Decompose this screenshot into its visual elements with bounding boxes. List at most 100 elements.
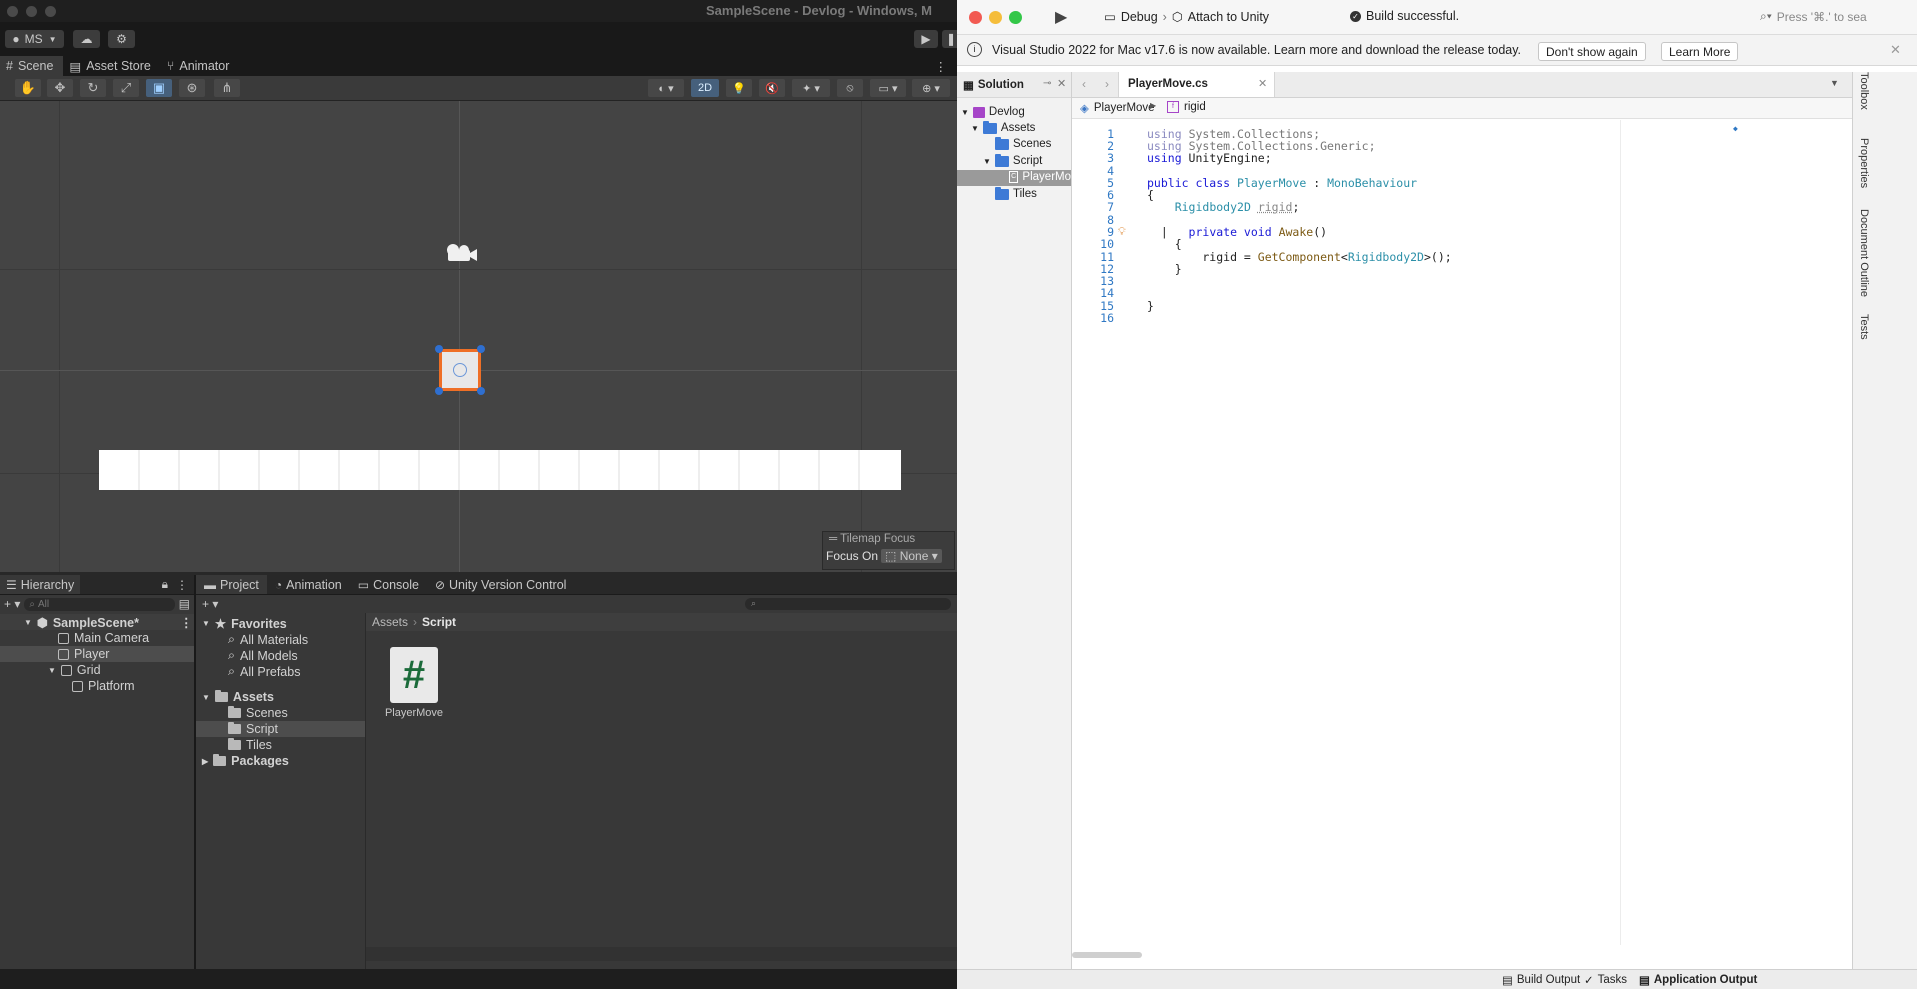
zoom-window-button[interactable] — [45, 6, 56, 17]
collab-settings-icon[interactable]: ⚙ — [108, 30, 135, 48]
transform-tool-icon[interactable]: ⊛ — [179, 79, 205, 97]
2d-toggle[interactable]: 2D — [691, 79, 719, 97]
resize-handle[interactable] — [435, 387, 443, 395]
solution-node-tiles[interactable]: Tiles — [995, 186, 1037, 200]
tab-animator[interactable]: ⑂ Animator — [161, 56, 240, 76]
resize-handle[interactable] — [477, 387, 485, 395]
expand-arrow-icon[interactable]: ▶ — [202, 757, 208, 766]
breadcrumb-class[interactable]: ◈ PlayerMove — [1080, 101, 1155, 115]
play-button[interactable]: ▶ — [914, 30, 938, 48]
tab-asset-store[interactable]: ▤ Asset Store — [63, 56, 160, 76]
rect-tool-icon[interactable]: ▣ — [146, 79, 172, 97]
favorite-all-prefabs[interactable]: ⌕ All Prefabs — [228, 664, 300, 679]
minimize-window-button[interactable] — [26, 6, 37, 17]
expand-arrow-icon[interactable]: ▼ — [202, 619, 210, 628]
solution-node-script[interactable]: ▼ Script — [983, 153, 1042, 167]
drag-handle-icon[interactable]: ═ — [829, 533, 837, 545]
custom-tool-icon[interactable]: ⋔ — [214, 79, 240, 97]
document-outline-pad[interactable]: Document Outline — [1858, 209, 1870, 297]
tab-animation[interactable]: ◔ Animation — [267, 578, 350, 592]
favorite-all-materials[interactable]: ⌕ All Materials — [228, 632, 308, 647]
draw-mode-dropdown[interactable]: ◐ ▾ — [648, 79, 684, 97]
expand-arrow-icon[interactable]: ▼ — [48, 666, 56, 675]
filter-icon[interactable]: ▤ — [179, 597, 190, 611]
more-options-icon[interactable]: ⋮ — [176, 578, 188, 592]
camera-gizmo-icon[interactable] — [444, 242, 478, 264]
gizmos-dropdown-icon[interactable]: ⊕ ▾ — [912, 79, 950, 97]
expand-arrow-icon[interactable]: ▼ — [202, 693, 210, 702]
breadcrumb-member[interactable]: f rigid — [1167, 101, 1206, 113]
tab-version-control[interactable]: ⊘ Unity Version Control — [427, 578, 574, 592]
scene-view[interactable]: ═ Tilemap Focus Focus On ⬚ None ▾ — [0, 101, 957, 572]
more-options-icon[interactable]: ⋮ — [929, 56, 958, 76]
folder-tiles[interactable]: Tiles — [228, 738, 272, 752]
close-icon[interactable]: ✕ — [1057, 77, 1066, 90]
tests-pad[interactable]: Tests — [1858, 314, 1870, 340]
hierarchy-search-input[interactable]: ⌕ All — [24, 597, 175, 611]
audio-toggle-icon[interactable]: 🔇 — [759, 79, 785, 97]
lock-icon[interactable]: 🔒︎ — [162, 577, 168, 592]
code-area[interactable]: 1 2 3 4 5 6 7 8 9 10 11 12 13 14 15 16 💡… — [1072, 120, 1852, 960]
rotate-tool-icon[interactable]: ↻ — [80, 79, 106, 97]
favorite-all-models[interactable]: ⌕ All Models — [228, 648, 298, 663]
breadcrumb-assets[interactable]: Assets — [372, 615, 408, 629]
more-options-icon[interactable]: ⋮ — [180, 615, 193, 630]
expand-arrow-icon[interactable]: ▼ — [971, 124, 979, 133]
hierarchy-item-player[interactable]: Player — [58, 647, 109, 661]
move-tool-icon[interactable]: ✥ — [47, 79, 73, 97]
folder-script[interactable]: Script — [228, 722, 278, 736]
camera-dropdown-icon[interactable]: ▭ ▾ — [870, 79, 906, 97]
expand-arrow-icon[interactable]: ▼ — [24, 618, 32, 627]
assets-node[interactable]: ▼ Assets — [202, 690, 274, 704]
add-object-button[interactable]: + ▾ — [4, 597, 20, 611]
lighting-toggle-icon[interactable]: 💡 — [726, 79, 752, 97]
resize-handle[interactable] — [477, 345, 485, 353]
application-output-button[interactable]: ▤ Application Output — [1639, 973, 1757, 987]
tab-solution[interactable]: ▦ Solution — [963, 78, 1024, 92]
tab-playermove-cs[interactable]: PlayerMove.cs ✕ — [1118, 72, 1275, 97]
breadcrumb-script[interactable]: Script — [422, 615, 456, 629]
dont-show-again-button[interactable]: Don't show again — [1538, 42, 1646, 61]
favorites-node[interactable]: ▼ ★ Favorites — [202, 616, 287, 632]
cloud-icon[interactable]: ☁ — [73, 30, 100, 48]
close-tab-icon[interactable]: ✕ — [1258, 77, 1267, 90]
visibility-toggle-icon[interactable]: ⦸ — [837, 79, 863, 97]
build-output-button[interactable]: ▤ Build Output — [1502, 973, 1580, 987]
player-sprite[interactable] — [435, 345, 485, 395]
pin-icon[interactable]: ⊸ — [1043, 78, 1051, 89]
pause-button[interactable]: ❚ — [942, 30, 957, 48]
account-dropdown[interactable]: ● MS ▼ — [5, 30, 64, 48]
hierarchy-item-main-camera[interactable]: Main Camera — [58, 631, 149, 645]
hierarchy-item-platform[interactable]: Platform — [72, 679, 135, 693]
solution-node-assets[interactable]: ▼ Assets — [971, 120, 1035, 134]
horizontal-scrollbar[interactable] — [1072, 952, 1142, 958]
close-icon[interactable]: ✕ — [1890, 42, 1901, 58]
solution-node-devlog[interactable]: ▼ Devlog — [961, 106, 1025, 118]
packages-node[interactable]: ▶ Packages — [202, 754, 289, 768]
close-window-button[interactable] — [969, 11, 982, 24]
scale-tool-icon[interactable]: ⤢ — [113, 79, 139, 97]
solution-node-scenes[interactable]: Scenes — [995, 136, 1051, 150]
focus-on-dropdown[interactable]: ⬚ None ▾ — [881, 549, 942, 563]
run-config-selector[interactable]: ▭ Debug › ⬡ Attach to Unity — [1104, 9, 1269, 25]
folder-scenes[interactable]: Scenes — [228, 706, 288, 720]
asset-playermove[interactable]: # PlayerMove — [382, 647, 446, 719]
properties-pad[interactable]: Properties — [1858, 138, 1870, 188]
global-search-input[interactable]: ⌕▾ Press '⌘.' to sea — [1760, 7, 1912, 26]
solution-node-playermove[interactable]: C PlayerMo — [1009, 171, 1071, 183]
lightbulb-icon[interactable]: 💡︎ — [1118, 225, 1126, 239]
tab-console[interactable]: ▭ Console — [350, 578, 427, 592]
learn-more-button[interactable]: Learn More — [1661, 42, 1739, 61]
hierarchy-item-grid[interactable]: ▼ Grid — [48, 663, 101, 677]
effects-dropdown-icon[interactable]: ✦ ▾ — [792, 79, 830, 97]
tab-overflow-dropdown[interactable]: ▼ — [1830, 78, 1839, 88]
project-search-input[interactable]: ⌕ — [745, 598, 951, 610]
platform-tilemap[interactable] — [99, 450, 901, 490]
tab-project[interactable]: ▬ Project — [196, 575, 267, 594]
tab-hierarchy[interactable]: ☰ Hierarchy — [0, 575, 81, 594]
run-button[interactable]: ▶ — [1055, 7, 1067, 27]
scene-root-item[interactable]: ▼ ⬢ SampleScene* ⋮ — [24, 615, 193, 631]
toolbox-pad[interactable]: Toolbox — [1858, 72, 1870, 110]
resize-handle[interactable] — [435, 345, 443, 353]
expand-arrow-icon[interactable]: ▼ — [961, 108, 969, 117]
